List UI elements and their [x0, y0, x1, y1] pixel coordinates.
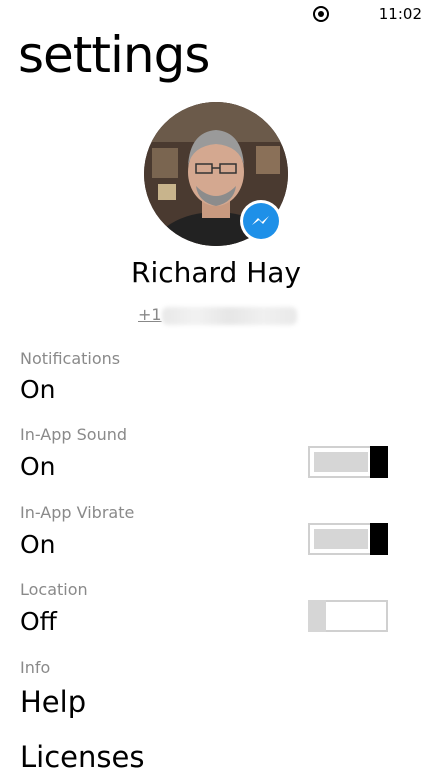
messenger-badge — [240, 200, 282, 242]
notifications-value[interactable]: On — [20, 375, 56, 404]
notifications-label: Notifications — [20, 349, 121, 368]
location-toggle[interactable] — [308, 600, 388, 632]
licenses-link[interactable]: Licenses — [20, 740, 144, 774]
help-link[interactable]: Help — [20, 685, 86, 719]
toggle-thumb — [370, 446, 388, 478]
page-title: settings — [18, 26, 210, 84]
profile-phone: +1 — [138, 305, 162, 324]
phone-number-redacted — [162, 307, 297, 325]
toggle-thumb — [308, 600, 326, 632]
in-app-vibrate-toggle[interactable] — [308, 523, 388, 555]
in-app-vibrate-label: In-App Vibrate — [20, 503, 135, 522]
in-app-vibrate-value: On — [20, 530, 56, 559]
in-app-sound-label: In-App Sound — [20, 425, 128, 444]
in-app-sound-toggle[interactable] — [308, 446, 388, 478]
status-time: 11:02 — [378, 5, 422, 23]
toggle-fill — [314, 529, 368, 549]
location-value: Off — [20, 607, 57, 636]
profile-name: Richard Hay — [130, 256, 301, 289]
messenger-icon — [243, 203, 279, 239]
toggle-thumb — [370, 523, 388, 555]
record-icon — [313, 6, 329, 22]
toggle-fill — [314, 452, 368, 472]
location-label: Location — [20, 580, 88, 599]
in-app-sound-value: On — [20, 452, 56, 481]
info-label: Info — [20, 658, 51, 677]
